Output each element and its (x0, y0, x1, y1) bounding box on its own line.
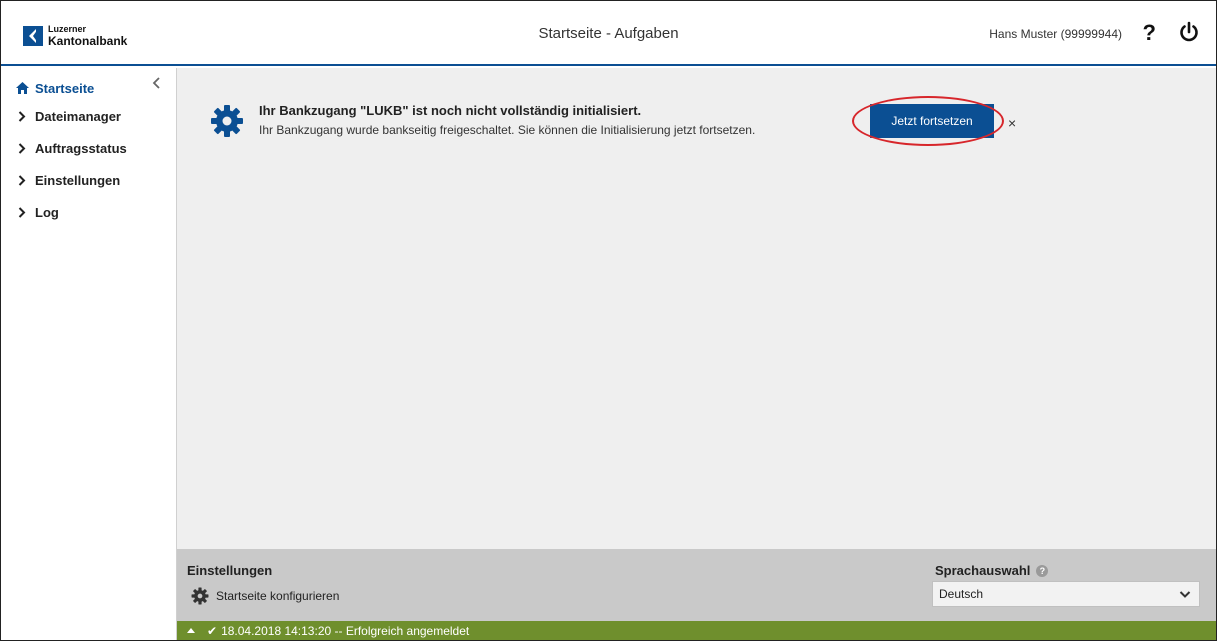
gear-icon (210, 104, 244, 138)
sidebar-item-auftragsstatus[interactable]: Auftragsstatus (1, 132, 176, 164)
language-label: Sprachauswahl ? (935, 563, 1049, 578)
sidebar-item-label: Einstellungen (35, 172, 121, 188)
language-select[interactable]: Deutsch (932, 581, 1200, 607)
sidebar-item-label: Auftragsstatus (35, 140, 127, 156)
expand-log-icon[interactable] (187, 628, 195, 633)
sidebar-item-label: Startseite (35, 80, 95, 96)
sidebar-item-dateimanager[interactable]: Dateimanager (1, 100, 176, 132)
sidebar: Startseite Dateimanager Auftragsstatus E… (1, 68, 177, 640)
home-icon (15, 81, 29, 95)
status-bar: ✔ 18.04.2018 14:13:20 -- Erfolgreich ang… (177, 621, 1216, 640)
app-header: Luzerner Kantonalbank Startseite - Aufga… (1, 1, 1216, 66)
notice-title: Ihr Bankzugang "LUKB" ist noch nicht vol… (259, 103, 642, 118)
collapse-sidebar-icon[interactable] (152, 76, 162, 89)
settings-footer: Einstellungen Startseite konfigurieren S… (177, 549, 1216, 621)
configure-startpage-label: Startseite konfigurieren (216, 589, 340, 603)
chevron-right-icon (15, 205, 29, 219)
chevron-right-icon (15, 141, 29, 155)
chevron-right-icon (15, 109, 29, 123)
gear-icon (191, 587, 209, 605)
status-message: 18.04.2018 14:13:20 -- Erfolgreich angem… (221, 623, 470, 638)
check-icon: ✔ (207, 623, 218, 638)
main-content: Ihr Bankzugang "LUKB" ist noch nicht vol… (177, 68, 1216, 549)
chevron-right-icon (15, 173, 29, 187)
sidebar-item-log[interactable]: Log (1, 196, 176, 228)
user-name: Hans Muster (99999944) (989, 27, 1122, 41)
sidebar-item-startseite[interactable]: Startseite (1, 76, 176, 100)
info-icon[interactable]: ? (1036, 564, 1049, 577)
sidebar-item-label: Dateimanager (35, 108, 121, 124)
power-icon[interactable] (1178, 21, 1200, 43)
chevron-down-icon (1179, 588, 1191, 600)
notice-text: Ihr Bankzugang wurde bankseitig freigesc… (259, 123, 756, 137)
language-select-value: Deutsch (939, 587, 984, 601)
configure-startpage-link[interactable]: Startseite konfigurieren (191, 587, 339, 605)
continue-button[interactable]: Jetzt fortsetzen (870, 104, 994, 138)
language-label-text: Sprachauswahl (935, 563, 1031, 578)
close-icon[interactable]: × (1008, 115, 1016, 131)
sidebar-nav: Startseite Dateimanager Auftragsstatus E… (1, 76, 176, 228)
help-icon[interactable]: ? (1143, 20, 1156, 46)
settings-title: Einstellungen (187, 563, 273, 578)
sidebar-item-einstellungen[interactable]: Einstellungen (1, 164, 176, 196)
sidebar-item-label: Log (35, 204, 59, 220)
